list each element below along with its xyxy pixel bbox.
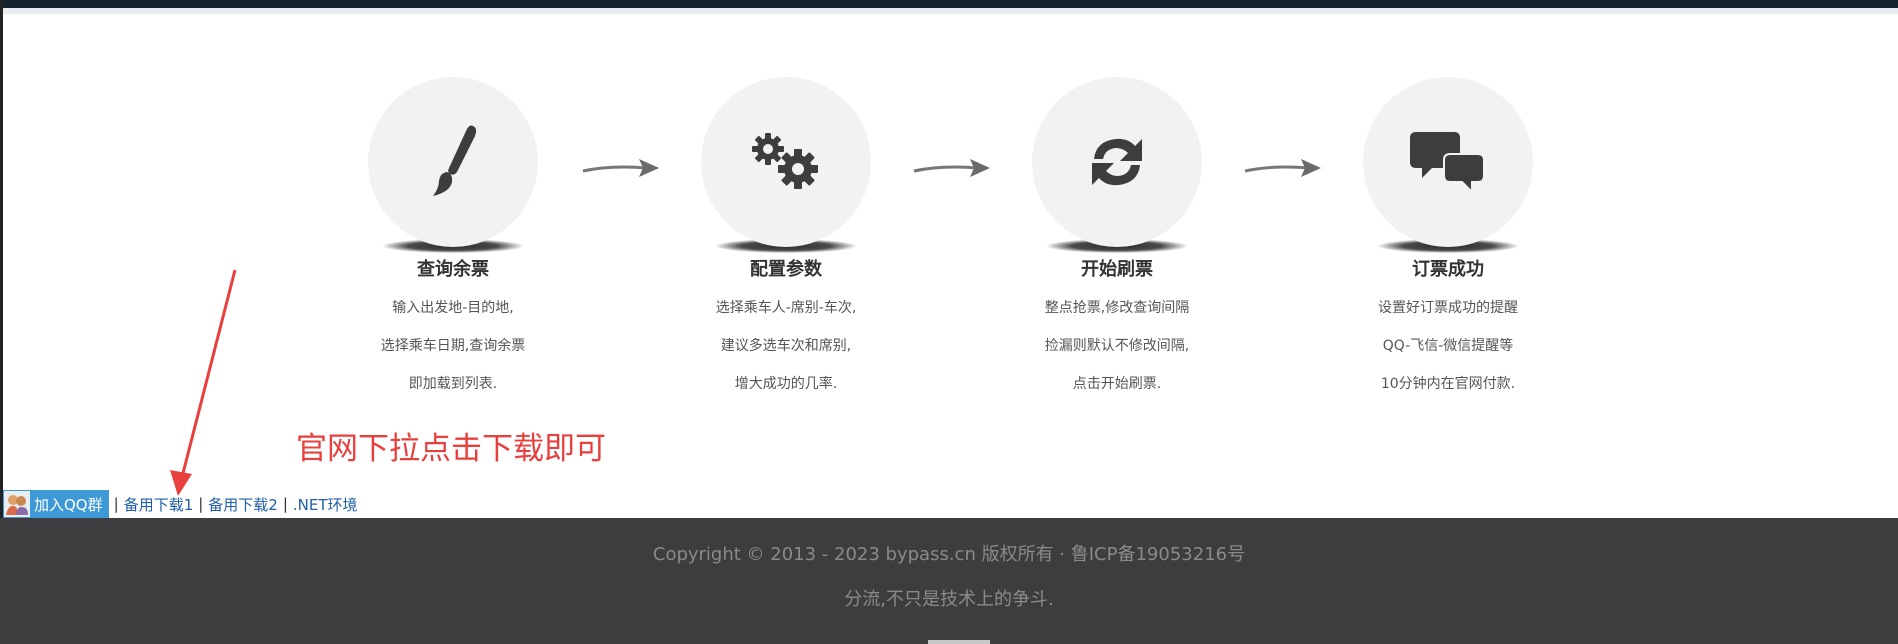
step-icon-circle [1032, 77, 1202, 247]
scroll-to-top-tab[interactable] [928, 640, 990, 644]
step-desc-line: 设置好订票成功的提醒 [1378, 300, 1518, 316]
backup-download-1-link[interactable]: 备用下载1 [124, 494, 194, 515]
step-desc-line: 整点抢票,修改查询间隔 [1044, 300, 1190, 316]
top-nav-bar [0, 0, 1898, 8]
step-desc-line: 捡漏则默认不修改间隔, [1044, 338, 1190, 354]
footer: Copyright © 2013 - 2023 bypass.cn 版权所有 ·… [0, 518, 1898, 644]
link-separator: | [282, 495, 288, 513]
backup-download-2-link[interactable]: 备用下载2 [208, 494, 278, 515]
download-links-bar: 加入QQ群 | 备用下载1 | 备用下载2 | .NET环境 [3, 490, 358, 518]
step-desc-line: 点击开始刷票. [1072, 376, 1162, 392]
chat-bubbles-icon [1410, 132, 1485, 194]
paintbrush-icon [433, 125, 477, 196]
step-desc-line: 即加载到列表. [408, 376, 498, 392]
step-desc-line: 选择乘车日期,查询余票 [380, 338, 526, 354]
step-desc-line: 输入出发地-目的地, [392, 300, 514, 316]
join-qq-group-button[interactable]: 加入QQ群 [3, 490, 109, 518]
step-desc-line: QQ-飞信-微信提醒等 [1382, 338, 1514, 354]
annotation-text: 官网下拉点击下载即可 [296, 431, 606, 467]
gears-icon [752, 133, 818, 189]
annotation-arrow-icon [170, 269, 237, 496]
top-nav-border [0, 8, 1898, 14]
dotnet-environment-link[interactable]: .NET环境 [293, 494, 358, 515]
step-configure: 配置参数 选择乘车人-席别-车次, 建议多选车次和席别, 增大成功的几率. [646, 77, 926, 403]
join-qq-group-label: 加入QQ群 [34, 495, 103, 514]
step-booking-success: 订票成功 设置好订票成功的提醒 QQ-飞信-微信提醒等 10分钟内在官网付款. [1308, 77, 1588, 403]
step-icon-circle [701, 77, 871, 247]
step-icon-circle [1363, 77, 1533, 247]
step-desc-line: 增大成功的几率. [734, 376, 838, 392]
link-separator: | [198, 495, 204, 513]
step-title: 订票成功 [1412, 259, 1484, 280]
step-title: 配置参数 [750, 259, 822, 280]
link-separator: | [113, 495, 119, 513]
step-query-tickets: 查询余票 输入出发地-目的地, 选择乘车日期,查询余票 即加载到列表. [313, 77, 593, 403]
footer-copyright: Copyright © 2013 - 2023 bypass.cn 版权所有 ·… [652, 544, 1246, 565]
footer-slogan: 分流,不只是技术上的争斗. [844, 589, 1054, 610]
step-desc-line: 建议多选车次和席别, [720, 338, 852, 354]
step-icon-circle [368, 77, 538, 247]
step-title: 开始刷票 [1081, 259, 1153, 280]
step-start-refresh: 开始刷票 整点抢票,修改查询间隔 捡漏则默认不修改间隔, 点击开始刷票. [977, 77, 1257, 403]
qq-group-icon [4, 491, 30, 517]
refresh-icon [1092, 138, 1142, 186]
step-desc-line: 10分钟内在官网付款. [1380, 376, 1516, 392]
step-desc-line: 选择乘车人-席别-车次, [715, 300, 857, 316]
step-title: 查询余票 [417, 259, 489, 280]
